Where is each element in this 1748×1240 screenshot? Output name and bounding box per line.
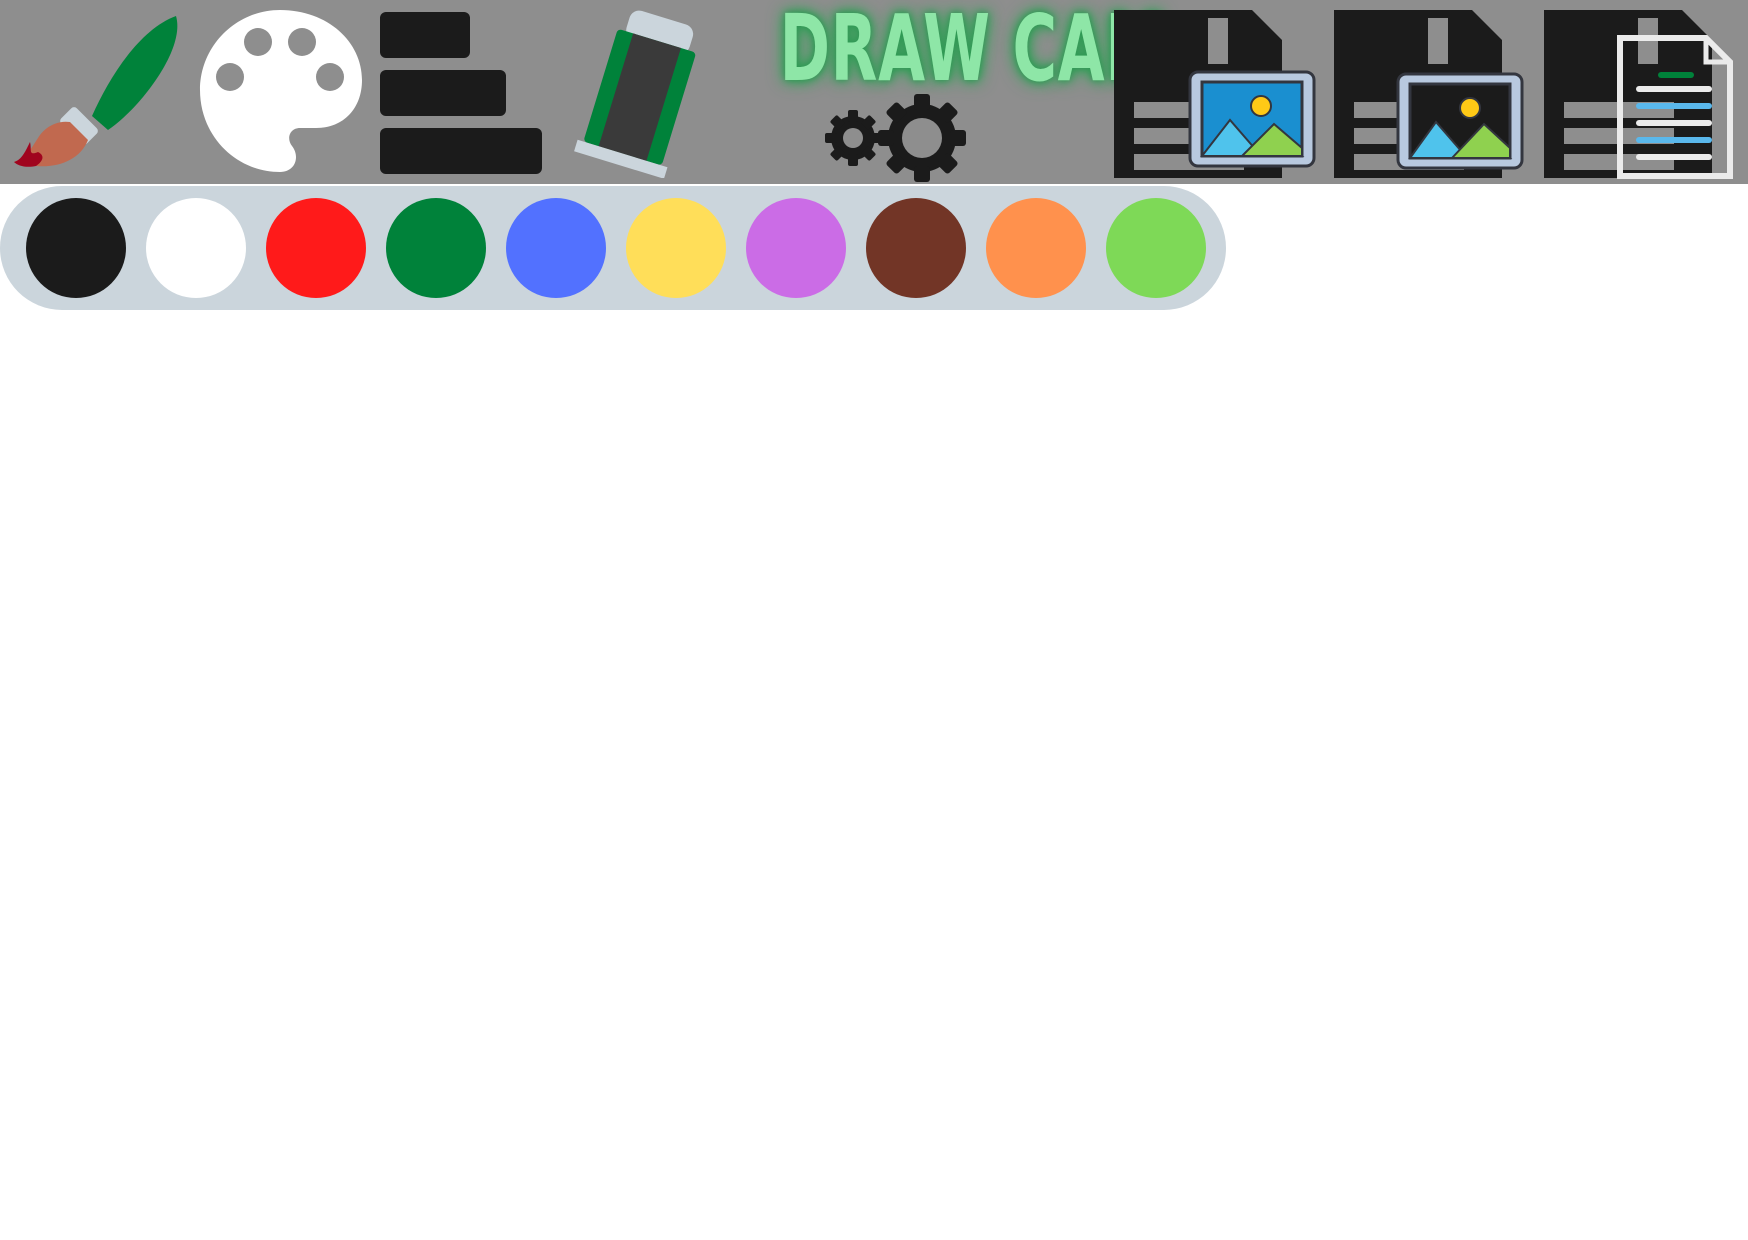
swatch-yellow[interactable] [626, 198, 726, 298]
floppy-image-icon [1114, 10, 1316, 178]
color-swatch-bar [0, 186, 1226, 310]
color-palette-tool[interactable] [198, 8, 364, 174]
swatch-purple[interactable] [746, 198, 846, 298]
floppy-document-icon [1544, 10, 1733, 179]
gears-icon [825, 94, 966, 182]
eraser-icon [574, 10, 696, 178]
swatch-orange[interactable] [986, 198, 1086, 298]
swatch-blue[interactable] [506, 198, 606, 298]
eraser-tool[interactable] [570, 8, 710, 178]
save-image-alt-button[interactable] [1332, 8, 1526, 178]
swatch-black[interactable] [26, 198, 126, 298]
swatch-red[interactable] [266, 198, 366, 298]
swatch-white[interactable] [146, 198, 246, 298]
toolbar: DRAW CAM [0, 0, 1748, 184]
floppy-image-frame-icon [1334, 10, 1524, 178]
settings-tool[interactable] [822, 94, 968, 184]
save-image-button[interactable] [1112, 8, 1316, 178]
palette-icon [200, 10, 362, 172]
app-title: DRAW CAM [779, 0, 1167, 102]
paintbrush-icon [14, 16, 178, 167]
save-document-button[interactable] [1542, 8, 1736, 180]
brush-tool[interactable] [8, 10, 178, 170]
line-width-icon [380, 12, 542, 174]
swatch-brown[interactable] [866, 198, 966, 298]
swatch-green[interactable] [386, 198, 486, 298]
swatch-light-green[interactable] [1106, 198, 1206, 298]
brush-size-tool[interactable] [378, 10, 544, 176]
drawing-canvas[interactable] [0, 312, 1748, 1240]
